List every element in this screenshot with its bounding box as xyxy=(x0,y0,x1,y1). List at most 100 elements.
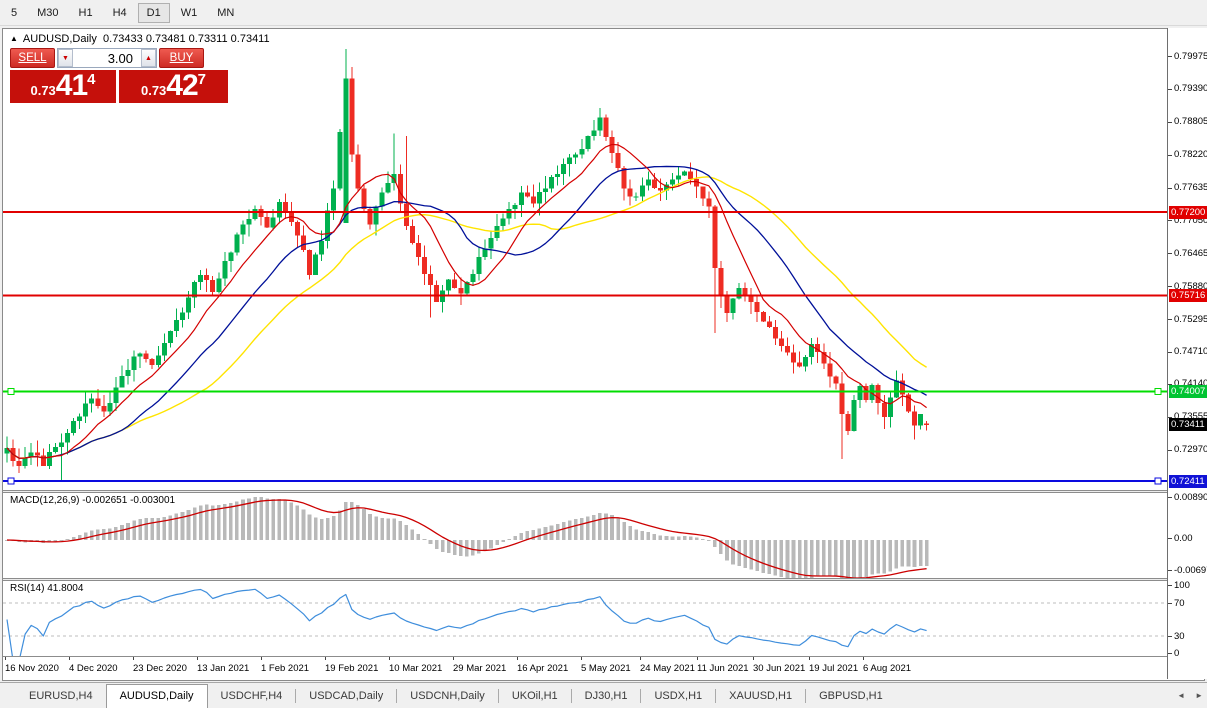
time-axis-label: 6 Aug 2021 xyxy=(863,663,912,674)
expand-icon[interactable]: ▲ xyxy=(10,34,18,43)
buy-quote[interactable]: 0.73 42 7 xyxy=(119,70,228,103)
sell-button[interactable]: SELL xyxy=(10,48,55,68)
tab-ukoil-h1[interactable]: UKOil,H1 xyxy=(499,686,571,708)
time-axis-label: 23 Dec 2020 xyxy=(133,663,187,674)
macd-pane[interactable] xyxy=(3,493,1167,578)
timeframe-toolbar: 5 M30 H1 H4 D1 W1 MN xyxy=(0,0,1207,26)
rsi-axis-label: 0 xyxy=(1174,647,1180,659)
price-tick xyxy=(1168,187,1172,189)
tab-usdcad-daily[interactable]: USDCAD,Daily xyxy=(296,686,396,708)
hline-0.72411[interactable] xyxy=(3,480,1167,483)
pane-splitter[interactable] xyxy=(3,490,1167,493)
macd-label: MACD(12,26,9) -0.002651 -0.003001 xyxy=(10,495,176,506)
buy-button[interactable]: BUY xyxy=(159,48,204,68)
tab-xauusd-h1[interactable]: XAUUSD,H1 xyxy=(716,686,805,708)
price-tick xyxy=(1168,154,1172,156)
time-axis-label: 10 Mar 2021 xyxy=(389,663,443,674)
timeframe-button-d1[interactable]: D1 xyxy=(137,2,170,23)
time-axis-label: 30 Jun 2021 xyxy=(753,663,806,674)
price-tick xyxy=(1168,220,1172,222)
volume-increase-button[interactable]: ▲ xyxy=(141,49,156,67)
price-axis-label: 0.79390 xyxy=(1174,83,1207,95)
hline-price-badge: 0.77200 xyxy=(1169,205,1207,219)
tab-dj30-h1[interactable]: DJ30,H1 xyxy=(572,686,641,708)
rsi-axis-label: 70 xyxy=(1174,597,1185,609)
tab-audusd-daily[interactable]: AUDUSD,Daily xyxy=(105,684,208,708)
macd-values: -0.002651 -0.003001 xyxy=(82,495,176,506)
ohlc-values: 0.73433 0.73481 0.73311 0.73411 xyxy=(103,33,270,45)
hline-0.74007[interactable] xyxy=(3,390,1167,393)
sell-price-digits: 41 xyxy=(55,69,88,102)
timeframe-button-h1[interactable]: H1 xyxy=(70,3,102,23)
sell-price-prefix: 0.73 xyxy=(30,83,56,98)
price-tick xyxy=(1168,253,1172,255)
rsi-value: 41.8004 xyxy=(47,583,84,594)
macd-axis-label: 0.008903 xyxy=(1174,491,1207,503)
time-axis-label: 16 Apr 2021 xyxy=(517,663,569,674)
tabs-scroll-left-icon[interactable]: ◄ xyxy=(1177,691,1185,700)
timeframe-button-h4[interactable]: H4 xyxy=(104,3,136,23)
timeframe-button-5[interactable]: 5 xyxy=(2,3,26,23)
time-axis-label: 1 Feb 2021 xyxy=(261,663,310,674)
volume-spinner: ▼ 3.00 ▲ xyxy=(57,48,157,68)
hline-0.77200[interactable] xyxy=(3,211,1167,213)
tab-usdchf-h4[interactable]: USDCHF,H4 xyxy=(208,686,296,708)
price-axis-label: 0.79975 xyxy=(1174,50,1207,62)
tabs-scroll-right-icon[interactable]: ► xyxy=(1195,691,1203,700)
time-axis-label: 24 May 2021 xyxy=(640,663,695,674)
timeframe-button-mn[interactable]: MN xyxy=(208,3,243,23)
price-axis: 0.79975 0.79390 0.78805 0.78220 0.77635 0.770… xyxy=(1167,28,1207,679)
buy-price-prefix: 0.73 xyxy=(140,83,167,98)
time-axis-label: 4 Dec 2020 xyxy=(69,663,118,674)
trading-app: 5 M30 H1 H4 D1 W1 MN ▲ AUDUSD,Daily 0.73433 0.7… xyxy=(0,0,1207,708)
price-axis-label: 0.76465 xyxy=(1174,247,1207,259)
rsi-tick xyxy=(1168,585,1172,586)
pane-splitter[interactable] xyxy=(3,578,1167,581)
tab-eurusd-h4[interactable]: EURUSD,H4 xyxy=(16,686,106,708)
chart-tab-bar: EURUSD,H4 AUDUSD,Daily USDCHF,H4 USDCAD,Dai… xyxy=(0,682,1207,708)
timeframe-button-m30[interactable]: M30 xyxy=(28,3,67,23)
time-axis-label: 5 May 2021 xyxy=(581,663,631,674)
macd-axis-label: -0.00697 xyxy=(1174,564,1207,576)
price-axis-label: 0.77635 xyxy=(1174,182,1207,194)
volume-decrease-button[interactable]: ▼ xyxy=(58,49,73,67)
sell-quote[interactable]: 0.73 41 4 xyxy=(10,70,116,103)
rsi-axis-label: 30 xyxy=(1174,630,1185,642)
macd-axis-label: 0.00 xyxy=(1174,532,1193,544)
price-axis-label: 0.78220 xyxy=(1174,149,1207,161)
macd-tick xyxy=(1168,497,1172,498)
slow-ma-line xyxy=(6,176,927,459)
tab-usdcnh-daily[interactable]: USDCNH,Daily xyxy=(397,686,498,708)
time-axis-label: 19 Feb 2021 xyxy=(325,663,379,674)
hline-0.75716[interactable] xyxy=(3,294,1167,297)
chart-title: ▲ AUDUSD,Daily 0.73433 0.73481 0.73311 0.… xyxy=(10,33,270,45)
time-axis-label: 13 Jan 2021 xyxy=(197,663,250,674)
symbol-period-label: AUDUSD,Daily xyxy=(22,33,97,45)
macd-tick xyxy=(1168,570,1172,571)
tab-usdx-h1[interactable]: USDX,H1 xyxy=(641,686,715,708)
mid-ma-line xyxy=(6,165,927,459)
price-tick xyxy=(1168,286,1172,288)
one-click-trade-panel: SELL ▼ 3.00 ▲ BUY 0.73 41 4 0.73 42 7 xyxy=(10,48,228,103)
time-axis-label: 11 Jun 2021 xyxy=(697,663,749,674)
rsi-tick xyxy=(1168,636,1172,637)
hline-price-badge: 0.74007 xyxy=(1169,384,1207,398)
rsi-tick xyxy=(1168,603,1172,604)
price-tick xyxy=(1168,449,1172,451)
tab-gbpusd-h1[interactable]: GBPUSD,H1 xyxy=(806,686,896,708)
price-axis-label: 0.74710 xyxy=(1174,346,1207,358)
price-axis-label: 0.72970 xyxy=(1174,444,1207,456)
price-tick xyxy=(1168,88,1172,90)
rsi-axis-label: 100 xyxy=(1174,579,1190,591)
volume-input[interactable]: 3.00 xyxy=(73,49,141,67)
price-tick xyxy=(1168,121,1172,123)
price-tick xyxy=(1168,56,1172,58)
buy-price-pip: 7 xyxy=(197,71,207,88)
time-axis-label: 29 Mar 2021 xyxy=(453,663,507,674)
rsi-pane[interactable] xyxy=(3,581,1167,656)
time-axis-label: 19 Jul 2021 xyxy=(809,663,859,674)
hline-price-badge: 0.75716 xyxy=(1169,288,1207,302)
sell-price-pip: 4 xyxy=(87,71,96,88)
price-axis-label: 0.75295 xyxy=(1174,313,1207,325)
timeframe-button-w1[interactable]: W1 xyxy=(172,3,207,23)
